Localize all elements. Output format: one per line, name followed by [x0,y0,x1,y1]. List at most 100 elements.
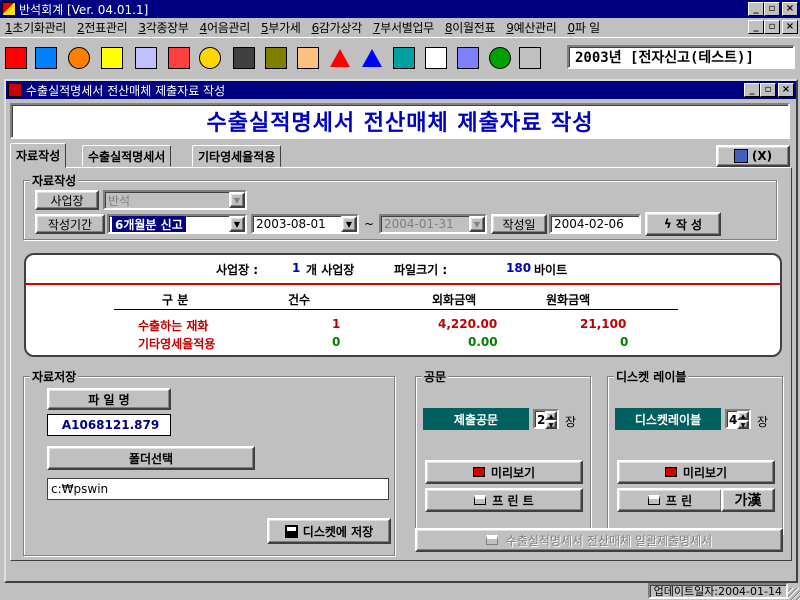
toolbar-button-16[interactable] [514,41,546,74]
status-bar: 업데이트일자:2004-01-14 [0,583,800,600]
window-controls: _ ▫ × [748,2,798,16]
toolbar-button-3[interactable] [96,41,128,74]
menu-item-9[interactable]: 0파 일 [563,19,606,36]
printer-icon [485,535,498,545]
app-title-bar[interactable]: 반석회계 [Ver. 04.01.1] _ ▫ × [0,0,800,18]
floppy-disk-icon [284,524,298,538]
menu-item-4[interactable]: 5부가세 [256,19,307,36]
refresh-icon [489,46,511,69]
toolbar-button-0[interactable] [0,41,32,74]
header-won-amount: 원화금액 [546,293,591,307]
menu-item-label: 예산관리 [513,20,557,35]
chevron-down-icon[interactable]: ▼ [229,216,245,232]
mdi-minimize-button[interactable]: _ [748,20,764,34]
header-foreign-amount: 외화금액 [432,293,477,307]
folder-path-field[interactable]: c:₩pswin [47,478,389,500]
toolbar-button-7[interactable] [228,41,260,74]
menu-item-0[interactable]: 1초기화관리 [0,19,72,36]
menu-item-8[interactable]: 9예산관리 [501,19,562,36]
toolbar-button-12[interactable] [388,41,420,74]
chevron-down-icon[interactable]: ▼ [341,216,357,232]
menu-item-label: 전표관리 [84,20,128,35]
toolbar-button-13[interactable] [420,41,452,74]
mdi-restore-button[interactable]: ▫ [764,20,780,34]
toolbar-button-10[interactable] [324,41,356,74]
create-button[interactable]: ϟ 작 성 [645,212,721,236]
chevron-down-icon[interactable]: ▼ [469,216,485,232]
summary-size-value: 180 [506,261,532,275]
diskette-count-spinner[interactable]: 4 ▲ ▼ [725,409,751,429]
date-to-picker[interactable]: 2004-01-31 ▼ [379,214,487,234]
toolbar-button-11[interactable] [356,41,388,74]
resize-grip-icon[interactable] [788,588,800,600]
toolbar-button-4[interactable] [130,41,162,74]
ime-toggle-button[interactable]: 가漢 [721,488,775,512]
menu-item-label: 이월전표 [452,20,496,35]
diskette-print-button[interactable]: 프 린 [617,488,723,512]
tab-panel: 자료작성 사업장 반석 ▼ 작성기간 6개월분 신고 ▼ 2003-08-01 … [10,167,792,561]
date-from-picker[interactable]: 2003-08-01 ▼ [251,214,359,234]
tab-data-entry[interactable]: 자료작성 [10,143,67,168]
toolbar-button-14[interactable] [452,41,484,74]
summary-size-label: 파일크기 : [394,263,448,277]
mdi-close-button[interactable]: × [782,20,798,34]
letter-print-button[interactable]: 프 린 트 [425,488,583,512]
letter-count-spinner[interactable]: 2 ▲ ▼ [533,409,559,429]
menu-item-2[interactable]: 3각종장부 [133,19,194,36]
chevron-down-icon[interactable]: ▼ [229,192,245,208]
tab-export-statement[interactable]: 수출실적명세서 [82,145,172,167]
filename-field[interactable]: A1068121.879 [47,414,171,436]
company-display: 2003년 [전자신고(테스트)] [567,45,795,69]
restore-button[interactable]: ▫ [764,2,780,16]
spin-up-icon[interactable]: ▲ [737,411,749,420]
scale-icon [265,46,287,69]
spin-down-icon[interactable]: ▼ [737,420,749,429]
menu-item-5[interactable]: 6감가상각 [307,19,368,36]
site-select[interactable]: 반석 ▼ [103,190,247,210]
toolbar-button-1[interactable] [30,41,62,74]
menu-item-7[interactable]: 8이월전표 [440,19,501,36]
menu-item-3[interactable]: 4어음관리 [195,19,256,36]
spin-arrows[interactable]: ▲ ▼ [737,411,749,429]
batch-statement-button[interactable]: 수출실적명세서 전산매체 일괄제출명세서 [415,528,783,552]
mdi-controls: _ ▫ × [748,20,798,34]
spin-down-icon[interactable]: ▼ [545,420,557,429]
site-label: 사업장 [35,190,99,210]
save-to-diskette-button[interactable]: 디스켓에 저장 [267,518,391,544]
minimize-button[interactable]: _ [748,2,764,16]
diskette-preview-label: 미리보기 [682,465,728,480]
spin-arrows[interactable]: ▲ ▼ [545,411,557,429]
toolbar-button-15[interactable] [484,41,516,74]
batch-statement-label: 수출실적명세서 전산매체 일괄제출명세서 [505,533,713,548]
toolbar-button-5[interactable] [163,41,195,74]
child-restore-button[interactable]: ▫ [760,83,776,97]
child-title-bar[interactable]: 수출실적명세서 전산매체 제출자료 작성 _ ▫ × [6,81,796,99]
menu-item-label: 부가세 [268,20,301,35]
close-button[interactable]: × [782,2,798,16]
menu-item-key: 9 [506,20,514,35]
menu-item-key: 0 [567,20,576,35]
close-form-button[interactable]: (X) [716,145,790,167]
row-export-goods-foreign: 4,220.00 [438,317,498,331]
folder-select-button[interactable]: 폴더선택 [47,446,255,470]
menu-item-label: 파 일 [574,20,600,35]
date-from-value: 2003-08-01 [256,217,326,231]
written-date-field[interactable]: 2004-02-06 [549,214,641,234]
table-icon [425,46,447,69]
arrow-up-red-icon [330,48,350,67]
spin-up-icon[interactable]: ▲ [545,411,557,420]
toolbar-button-2[interactable] [63,41,95,74]
tab-other-zero-rate[interactable]: 기타영세율적용 [192,145,282,167]
child-minimize-button[interactable]: _ [744,83,760,97]
letter-preview-button[interactable]: 미리보기 [425,460,583,484]
menu-item-6[interactable]: 7부서별업무 [368,19,440,36]
menu-item-1[interactable]: 2전표관리 [72,19,133,36]
door-exit-icon [733,149,748,163]
toolbar-button-8[interactable] [260,41,292,74]
period-select[interactable]: 6개월분 신고 ▼ [107,214,247,234]
child-close-button[interactable]: × [778,83,794,97]
diskette-preview-button[interactable]: 미리보기 [617,460,775,484]
toolbar-button-6[interactable] [194,41,226,74]
diskette-teal-label: 디스켓레이블 [615,408,721,430]
toolbar-button-9[interactable] [292,41,324,74]
